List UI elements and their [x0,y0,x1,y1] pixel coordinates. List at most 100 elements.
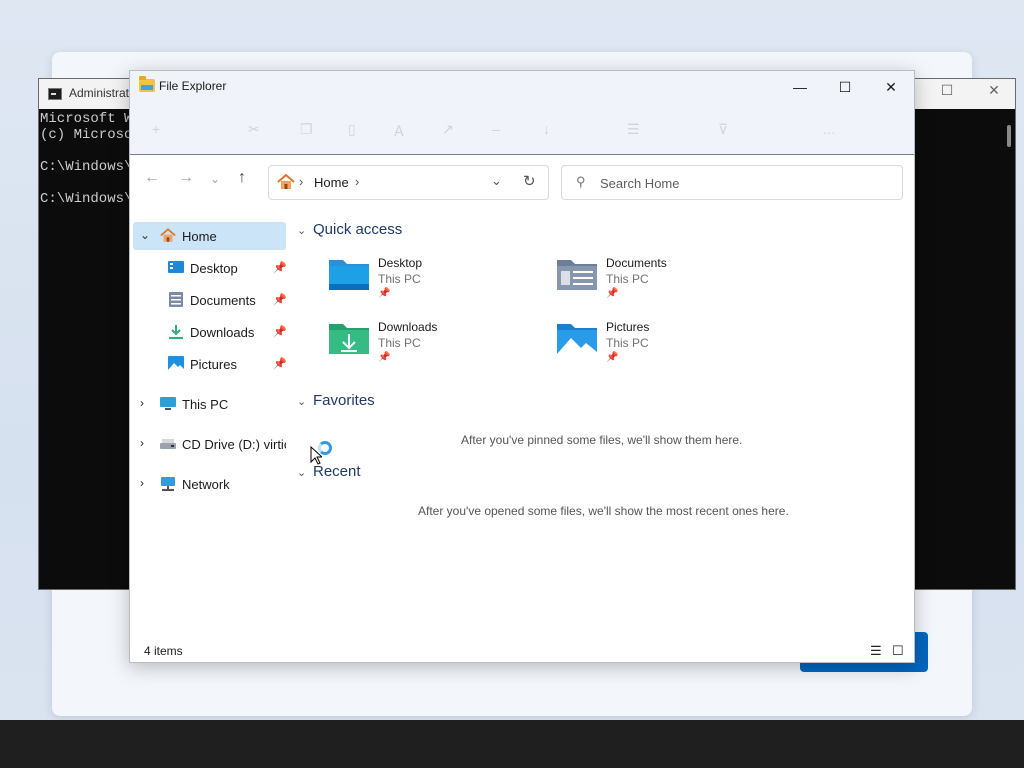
address-bar[interactable]: › Home › ⌄ ↻ [268,165,549,200]
file-explorer-window[interactable]: File Explorer — ☐ ✕ + ✂ ❐ ▯ Ａ ↗ – ↓ ☰ ⊽ … [129,70,915,663]
cmd-close-button[interactable]: ✕ [979,83,1009,105]
sidebar-item-network[interactable]: › Network [133,470,286,498]
pin-icon: 📌 [273,294,287,306]
search-input[interactable] [600,172,890,194]
cmd-title: Administrat [69,86,130,100]
pin-icon: 📌 [378,288,391,299]
quick-access-item-documents[interactable]: Documents This PC 📌 [555,254,755,306]
sidebar-item-label: Home [182,229,217,244]
sort-icon[interactable]: ↓ [543,121,550,137]
cd-drive-icon [160,439,176,449]
more-icon[interactable]: … [822,121,836,137]
navigation-bar: ← → ⌄ ↑ › Home › ⌄ ↻ ⚲ [130,155,914,201]
large-icons-view-icon[interactable]: ☐ [892,643,904,659]
up-arrow-icon[interactable]: ↑ [238,169,246,187]
explorer-titlebar[interactable]: File Explorer — ☐ ✕ [130,71,914,103]
sidebar-item-label: Documents [190,293,256,308]
pictures-folder-icon [557,324,597,354]
rename-icon[interactable]: Ａ [392,121,406,141]
cmd-maximize-button[interactable]: ☐ [932,83,962,105]
content-pane: ⌄ Quick access Desktop This PC 📌 Document… [294,211,914,631]
breadcrumb-chevron-icon[interactable]: › [355,174,359,189]
cmd-scrollbar[interactable] [1007,125,1011,147]
sidebar-item-desktop[interactable]: Desktop 📌 [133,254,287,282]
share-icon[interactable]: ↗ [442,121,454,138]
chevron-right-icon[interactable]: › [140,476,144,490]
taskbar [0,720,1024,768]
sidebar-item-this-pc[interactable]: › This PC [133,390,286,418]
downloads-folder-icon [329,324,369,354]
pin-icon: 📌 [606,352,619,363]
sidebar-item-cd-drive[interactable]: › CD Drive (D:) virtio-w [133,430,286,458]
item-name: Documents [606,256,667,270]
address-dropdown-icon[interactable]: ⌄ [491,173,502,189]
status-bar: 4 items ☰ ☐ [130,639,914,663]
section-title: Favorites [313,392,375,409]
navigation-pane: ⌄ Home Desktop 📌 Documents 📌 Downloads 📌… [130,211,290,631]
section-title: Quick access [313,221,403,238]
quick-access-item-downloads[interactable]: Downloads This PC 📌 [327,318,527,370]
minimize-button[interactable]: — [777,71,823,103]
sidebar-item-label: Network [182,477,230,492]
copy-icon[interactable]: ❐ [300,121,313,138]
back-arrow-icon[interactable]: ← [144,169,160,187]
desktop-icon [168,261,184,273]
breadcrumb-separator-icon: › [299,174,304,189]
item-location: This PC [378,336,421,350]
pin-icon: 📌 [378,352,391,363]
pin-icon: 📌 [273,326,287,338]
delete-icon[interactable]: – [492,121,500,137]
quick-access-item-pictures[interactable]: Pictures This PC 📌 [555,318,755,370]
sidebar-item-label: Desktop [190,261,238,276]
item-name: Pictures [606,320,650,334]
details-view-icon[interactable]: ☰ [870,643,882,659]
cut-icon[interactable]: ✂ [248,121,260,138]
chevron-down-icon: ⌄ [297,396,307,408]
pictures-icon [168,356,184,371]
sidebar-item-label: Downloads [190,325,255,340]
console-icon [48,88,62,100]
pin-icon: 📌 [273,358,287,370]
quick-access-header[interactable]: ⌄ Quick access [297,221,402,238]
chevron-down-icon: ⌄ [297,225,307,237]
pin-icon: 📌 [273,262,287,274]
favorites-header[interactable]: ⌄ Favorites [297,392,375,409]
command-bar: + ✂ ❐ ▯ Ａ ↗ – ↓ ☰ ⊽ … [130,103,914,155]
file-explorer-icon [139,76,155,92]
chevron-right-icon[interactable]: › [140,436,144,450]
sidebar-item-label: This PC [182,397,229,412]
downloads-icon [169,325,183,339]
item-location: This PC [606,336,649,350]
window-title: File Explorer [159,79,227,93]
item-count: 4 items [144,644,183,658]
sidebar-item-label: CD Drive (D:) virtio-w [182,437,286,452]
close-button[interactable]: ✕ [868,71,914,103]
maximize-button[interactable]: ☐ [822,71,868,103]
sidebar-item-home[interactable]: ⌄ Home [133,222,286,250]
mouse-pointer-icon [310,446,322,465]
breadcrumb-home[interactable]: Home [314,175,349,190]
search-box[interactable]: ⚲ [561,165,903,200]
forward-arrow-icon[interactable]: → [178,169,194,187]
paste-icon[interactable]: ▯ [348,121,356,138]
view-icon[interactable]: ☰ [627,121,640,138]
chevron-right-icon[interactable]: › [140,396,144,410]
item-name: Downloads [378,320,438,334]
filter-icon[interactable]: ⊽ [718,121,728,138]
recent-locations-chevron-icon[interactable]: ⌄ [210,172,220,186]
sidebar-item-downloads[interactable]: Downloads 📌 [133,318,287,346]
favorites-empty-message: After you've pinned some files, we'll sh… [461,433,743,447]
recent-header[interactable]: ⌄ Recent [297,463,361,480]
quick-access-item-desktop[interactable]: Desktop This PC 📌 [327,254,527,306]
refresh-icon[interactable]: ↻ [523,172,536,190]
sidebar-item-documents[interactable]: Documents 📌 [133,286,287,314]
computer-icon [160,397,176,410]
chevron-down-icon[interactable]: ⌄ [140,228,150,242]
sidebar-item-pictures[interactable]: Pictures 📌 [133,350,287,378]
item-location: This PC [606,272,649,286]
item-location: This PC [378,272,421,286]
documents-folder-icon [557,260,597,290]
new-icon[interactable]: + [152,121,160,137]
item-name: Desktop [378,256,423,270]
chevron-down-icon: ⌄ [297,467,307,479]
